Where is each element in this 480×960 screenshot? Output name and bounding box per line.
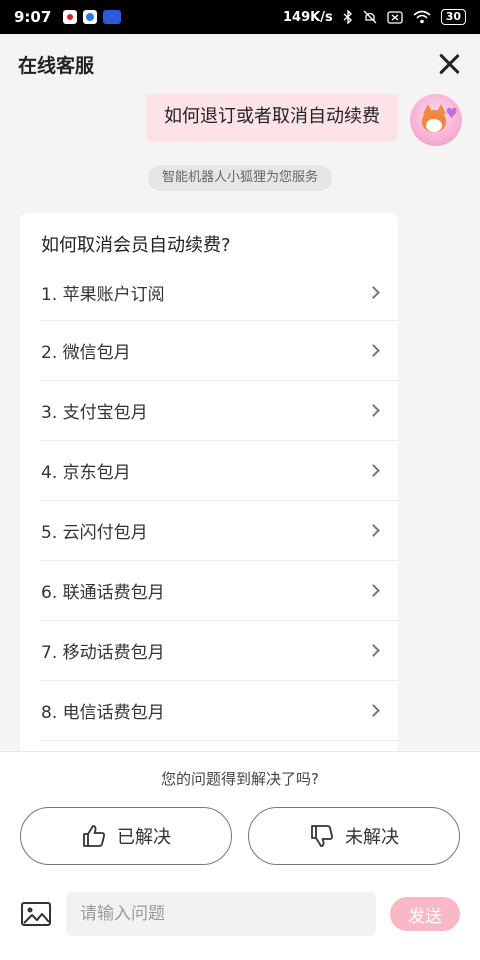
thumbs-down-icon — [311, 825, 333, 847]
status-time: 9:07 — [14, 8, 52, 26]
send-button[interactable]: 发送 — [390, 897, 460, 931]
fox-avatar: ♥ — [410, 94, 462, 146]
chevron-right-icon — [367, 404, 380, 417]
chevron-right-icon — [367, 644, 380, 657]
question-input[interactable] — [66, 892, 376, 936]
bluetooth-icon — [343, 10, 352, 24]
list-item-label: 6. 联通话费包月 — [41, 583, 165, 603]
chevron-right-icon — [367, 344, 380, 357]
list-item-label: 3. 支付宝包月 — [41, 403, 148, 423]
wifi-icon — [413, 10, 431, 24]
notification-app-icon — [63, 10, 78, 24]
answer-card: 如何取消会员自动续费? 1. 苹果账户订阅 2. 微信包月 3. 支付宝包月 4… — [20, 213, 398, 773]
system-note: 智能机器人小狐狸为您服务 — [147, 165, 333, 191]
chevron-right-icon — [367, 704, 380, 717]
resolved-label: 已解决 — [117, 827, 171, 848]
chevron-right-icon — [367, 524, 380, 537]
notification-app-icon-2 — [83, 10, 98, 24]
list-item[interactable]: 7. 移动话费包月 — [41, 621, 398, 681]
fox-face — [426, 119, 442, 132]
feedback-question: 您的问题得到解决了吗? — [161, 770, 319, 788]
list-item-label: 8. 电信话费包月 — [41, 703, 165, 723]
image-icon[interactable] — [20, 900, 52, 928]
list-item-label: 5. 云闪付包月 — [41, 523, 148, 543]
list-item-label: 2. 微信包月 — [41, 343, 131, 363]
list-item[interactable]: 4. 京东包月 — [41, 441, 398, 501]
input-bar: 发送 — [0, 891, 480, 937]
page-title: 在线客服 — [18, 54, 95, 77]
feedback-buttons: 已解决 未解决 — [0, 807, 480, 865]
list-item[interactable]: 5. 云闪付包月 — [41, 501, 398, 561]
list-item[interactable]: 6. 联通话费包月 — [41, 561, 398, 621]
list-item[interactable]: 3. 支付宝包月 — [41, 381, 398, 441]
chevron-right-icon — [367, 464, 380, 477]
chevron-right-icon — [367, 286, 380, 299]
heart-icon: ♥ — [445, 106, 458, 122]
network-speed: 149K/s — [282, 9, 333, 25]
list-item[interactable]: 2. 微信包月 — [41, 321, 398, 381]
thumbs-up-icon — [83, 825, 105, 847]
close-icon[interactable] — [436, 51, 462, 77]
list-item-label: 4. 京东包月 — [41, 463, 131, 483]
list-item-label: 1. 苹果账户订阅 — [41, 285, 165, 305]
user-message-row: 如何退订或者取消自动续费 ♥ — [146, 94, 462, 146]
battery-icon: 30 — [440, 9, 466, 25]
chat-header: 在线客服 — [0, 34, 480, 94]
mute-icon — [363, 10, 377, 24]
unresolved-button[interactable]: 未解决 — [248, 807, 460, 865]
list-item[interactable]: 8. 电信话费包月 — [41, 681, 398, 741]
chevron-right-icon — [367, 584, 380, 597]
status-right: 149K/s 30 — [283, 9, 466, 25]
list-item-label: 7. 移动话费包月 — [41, 643, 165, 663]
status-bar: 9:07 149K/s 30 — [0, 0, 480, 34]
sim-off-icon — [387, 10, 403, 24]
user-message-bubble: 如何退订或者取消自动续费 — [146, 94, 398, 142]
answer-list: 1. 苹果账户订阅 2. 微信包月 3. 支付宝包月 4. 京东包月 5. 云闪… — [41, 265, 398, 741]
notification-icons — [63, 10, 122, 24]
notification-app-icon-3 — [103, 10, 122, 24]
unresolved-label: 未解决 — [345, 827, 399, 848]
resolved-button[interactable]: 已解决 — [20, 807, 232, 865]
